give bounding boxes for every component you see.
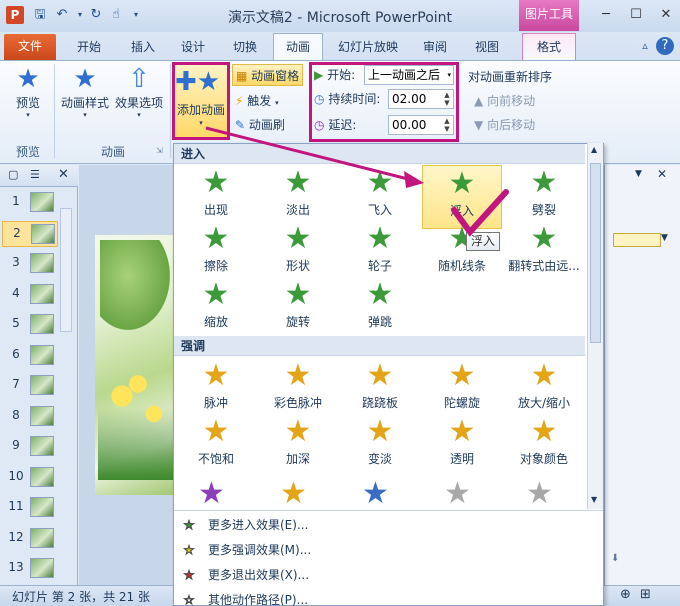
annotation-arrow-head (404, 171, 424, 188)
annotation-arrow-line (205, 126, 413, 182)
annotation-checkmark (451, 189, 509, 237)
annotation-overlay (205, 126, 509, 237)
